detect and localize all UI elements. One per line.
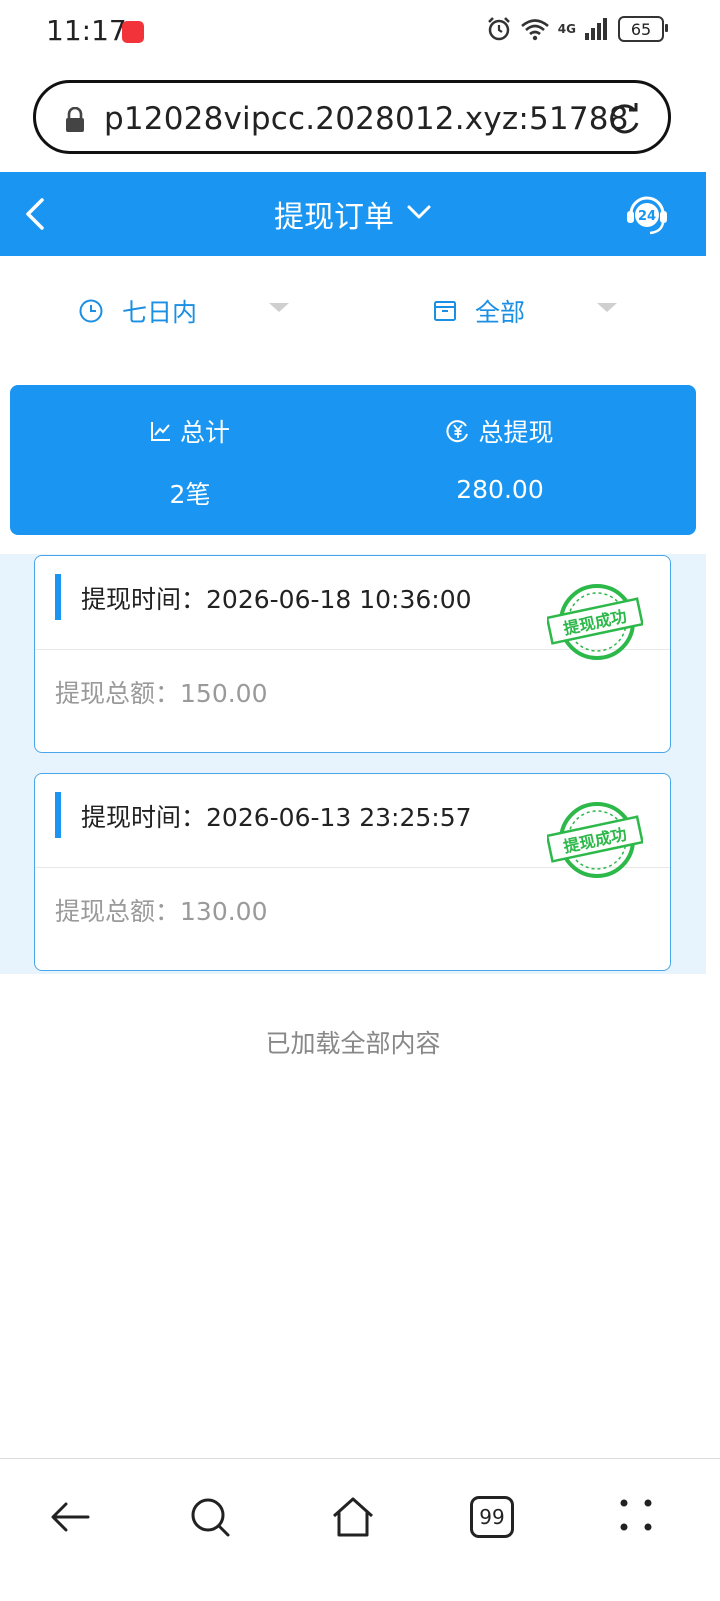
chevron-down-icon[interactable] [406, 204, 432, 222]
address-bar[interactable]: p12028vipcc.2028012.xyz:51788 [33, 80, 671, 154]
back-icon[interactable] [22, 196, 48, 232]
order-list: 提现时间：2026-06-18 10:36:00 提现总额：150.00 提现成… [0, 554, 706, 974]
order-card[interactable]: 提现时间：2026-06-13 23:25:57 提现总额：130.00 提现成… [34, 773, 671, 971]
wifi-icon [520, 19, 549, 41]
network-type: 4G [557, 22, 576, 36]
card-accent-bar [55, 574, 61, 620]
page-title[interactable]: 提现订单 [274, 192, 394, 236]
success-stamp-icon: 提现成功 [547, 584, 643, 660]
order-amount: 提现总额：130.00 [55, 897, 268, 926]
category-filter[interactable]: 全部 [433, 294, 525, 328]
url-text[interactable]: p12028vipcc.2028012.xyz:51788 [104, 101, 629, 137]
status-time: 11:17 [46, 14, 127, 47]
order-amount: 提现总额：150.00 [55, 679, 268, 708]
success-stamp-icon: 提现成功 [547, 802, 643, 878]
battery-icon: 65 [618, 16, 668, 42]
period-filter-label: 七日内 [122, 298, 198, 327]
tabs-count: 99 [479, 1505, 505, 1529]
archive-icon [434, 301, 456, 321]
app-notification-icon [122, 21, 144, 43]
order-time: 提现时间：2026-06-18 10:36:00 [81, 585, 472, 614]
summary-card: 总计 2笔 总提现 280.00 [10, 385, 696, 535]
tabs-button[interactable]: 99 [470, 1496, 514, 1538]
status-icons: 4G 65 [486, 16, 668, 42]
caret-down-icon[interactable] [269, 303, 289, 312]
summary-withdraw-label: 总提现 [478, 418, 554, 447]
summary-total: 总计 2笔 [40, 413, 340, 511]
signal-icon [585, 18, 607, 40]
lock-icon [66, 107, 84, 132]
clock-icon [79, 299, 103, 323]
search-icon[interactable] [186, 1493, 234, 1541]
more-dots-icon[interactable] [612, 1493, 660, 1541]
category-filter-label: 全部 [475, 298, 526, 327]
summary-total-label: 总计 [179, 418, 230, 447]
summary-withdraw-value: 280.00 [456, 475, 544, 504]
period-filter[interactable]: 七日内 [78, 294, 197, 328]
order-time: 提现时间：2026-06-13 23:25:57 [81, 803, 472, 832]
summary-total-value: 2笔 [169, 480, 211, 509]
yuan-circle-icon [446, 420, 469, 443]
battery-level: 65 [630, 19, 652, 39]
support-24h-icon[interactable]: 24 [624, 192, 670, 236]
back-arrow-icon[interactable] [46, 1493, 94, 1541]
card-accent-bar [55, 792, 61, 838]
chart-icon [150, 422, 170, 441]
reload-icon[interactable] [604, 99, 644, 139]
summary-withdraw: 总提现 280.00 [350, 413, 650, 504]
browser-bottom-nav: 99 [0, 1458, 720, 1601]
caret-down-icon[interactable] [597, 303, 617, 312]
app-header: 提现订单 24 [0, 172, 706, 256]
order-card[interactable]: 提现时间：2026-06-18 10:36:00 提现总额：150.00 提现成… [34, 555, 671, 753]
alarm-icon [487, 17, 510, 41]
home-icon[interactable] [329, 1493, 377, 1541]
svg-text:24: 24 [638, 209, 656, 224]
status-bar: 11:17 4G 65 [0, 0, 720, 66]
list-end-text: 已加载全部内容 [265, 1029, 441, 1058]
